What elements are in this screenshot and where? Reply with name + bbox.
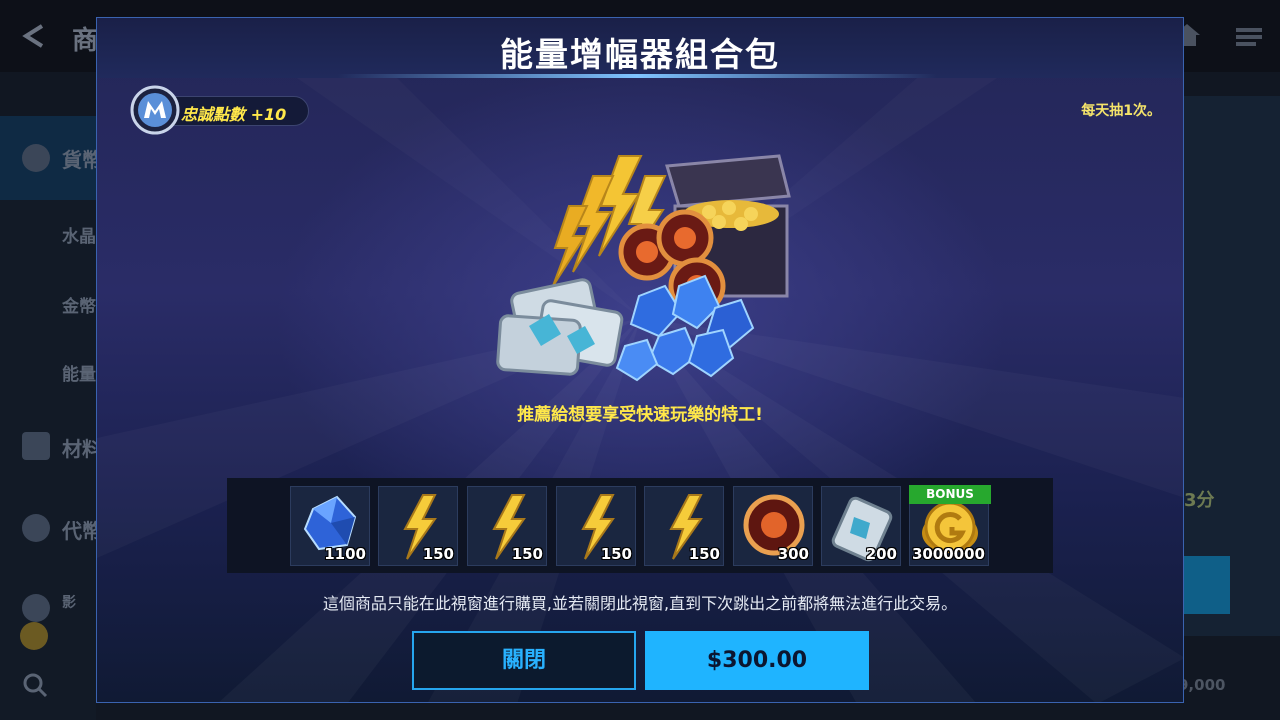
search-icon[interactable] bbox=[22, 672, 48, 698]
recommend-text: 推薦給想要享受快速玩樂的特工! bbox=[517, 405, 763, 425]
bundle-item-energy[interactable]: 150 bbox=[378, 486, 458, 566]
item-quantity: 3000000 bbox=[911, 545, 985, 563]
token-icon bbox=[22, 514, 50, 542]
loyalty-points: 忠誠點數 +10 bbox=[129, 84, 309, 136]
menu-icon[interactable] bbox=[1234, 22, 1264, 48]
bundle-item-ticket[interactable]: 200 bbox=[821, 486, 901, 566]
store-item-panel bbox=[1184, 96, 1280, 636]
item-quantity: 150 bbox=[511, 545, 543, 563]
sidebar-item-shadow[interactable]: 影 bbox=[62, 592, 76, 612]
back-icon[interactable] bbox=[18, 22, 50, 50]
tickets-icon bbox=[496, 278, 624, 376]
dialog-title: 能量增幅器組合包 bbox=[500, 35, 780, 74]
item-quantity: 150 bbox=[688, 545, 720, 563]
loyalty-label: 忠誠點數 +10 bbox=[181, 105, 287, 124]
bundle-item-hero-coin[interactable]: 300 bbox=[733, 486, 813, 566]
purchase-notice: 這個商品只能在此視窗進行購買,並若關閉此視窗,直到下次跳出之前都將無法進行此交易… bbox=[322, 594, 958, 613]
bonus-badge: BONUS bbox=[909, 485, 991, 504]
loyalty-badge-icon bbox=[130, 85, 180, 135]
item-quantity: 300 bbox=[777, 545, 809, 563]
close-button[interactable]: 關閉 bbox=[412, 631, 636, 690]
purchase-button[interactable]: $300.00 bbox=[645, 631, 869, 690]
store-price-text: 9,000 bbox=[1178, 676, 1226, 694]
materials-icon bbox=[22, 432, 50, 460]
store-buy-button[interactable] bbox=[1184, 556, 1230, 614]
bundle-illustration bbox=[496, 154, 791, 382]
bundle-item-energy[interactable]: 150 bbox=[467, 486, 547, 566]
coin-icon bbox=[20, 622, 48, 650]
bundle-item-energy[interactable]: 150 bbox=[556, 486, 636, 566]
sidebar-subitem-energy[interactable]: 能量 bbox=[62, 360, 96, 385]
timer-text: 3分 bbox=[1184, 490, 1215, 511]
sidebar-subitem-gold[interactable]: 金幣 bbox=[62, 292, 96, 317]
daily-limit: 每天抽1次。 bbox=[1081, 103, 1161, 119]
item-quantity: 200 bbox=[865, 545, 897, 563]
item-quantity: 150 bbox=[600, 545, 632, 563]
store-title: 商 bbox=[72, 26, 99, 56]
bundle-item-energy[interactable]: 150 bbox=[644, 486, 724, 566]
offer-dialog: 能量增幅器組合包 忠誠點數 +10 每天抽1次。 推薦給想要享受快速玩樂的特工!… bbox=[96, 17, 1184, 703]
currency-icon bbox=[22, 144, 50, 172]
item-quantity: 150 bbox=[422, 545, 454, 563]
sidebar-subitem-crystal[interactable]: 水晶 bbox=[62, 222, 96, 247]
category-sidebar bbox=[0, 116, 96, 720]
bundle-item-crystal[interactable]: 1100 bbox=[290, 486, 370, 566]
shadow-icon bbox=[22, 594, 50, 622]
item-quantity: 1100 bbox=[324, 545, 366, 563]
